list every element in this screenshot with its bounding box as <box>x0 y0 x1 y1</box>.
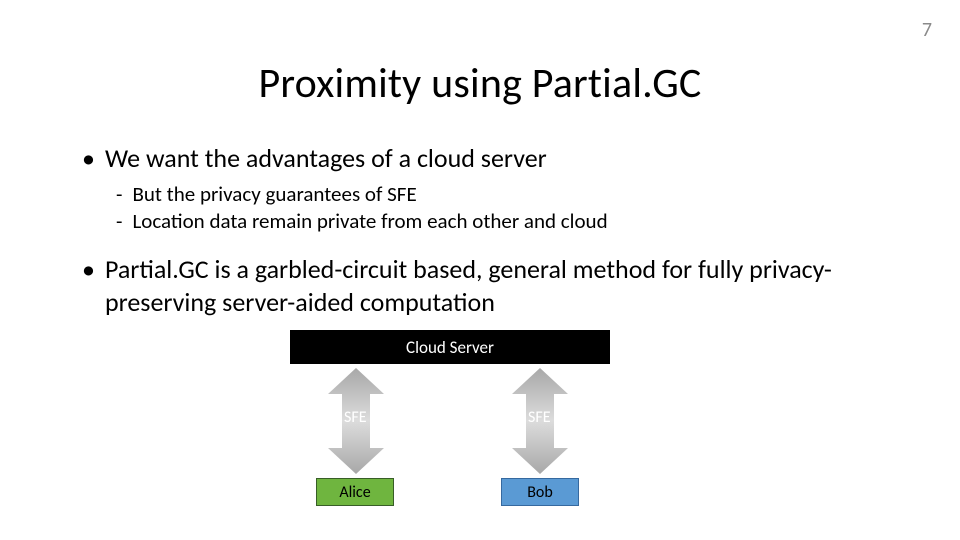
cloud-server-label: Cloud Server <box>406 337 494 358</box>
party-bob-label: Bob <box>527 483 553 502</box>
sub-bullet-item: But the privacy guarantees of SFE <box>116 181 882 208</box>
page-number: 7 <box>922 18 932 42</box>
content-area: We want the advantages of a cloud server… <box>82 138 882 318</box>
slide: 7 Proximity using Partial.GC We want the… <box>0 0 960 540</box>
sfe-label: SFE <box>528 408 551 427</box>
bullet-item: Partial.GC is a garbled-circuit based, g… <box>82 253 882 318</box>
diagram: Cloud Server <box>260 330 700 530</box>
party-alice-box: Alice <box>316 478 394 506</box>
bullet-text: We want the advantages of a cloud server <box>105 142 547 175</box>
cloud-server-box: Cloud Server <box>290 330 610 364</box>
sub-bullet-text: But the privacy guarantees of SFE <box>132 181 416 208</box>
bullet-item: We want the advantages of a cloud server <box>82 142 882 175</box>
slide-title: Proximity using Partial.GC <box>0 58 960 109</box>
party-bob-box: Bob <box>501 478 579 506</box>
party-alice-label: Alice <box>339 483 370 502</box>
sub-bullet-text: Location data remain private from each o… <box>132 208 607 235</box>
sub-bullets: But the privacy guarantees of SFE Locati… <box>116 181 882 236</box>
sfe-label: SFE <box>344 408 367 427</box>
sub-bullet-item: Location data remain private from each o… <box>116 208 882 235</box>
bullet-text: Partial.GC is a garbled-circuit based, g… <box>105 253 882 318</box>
